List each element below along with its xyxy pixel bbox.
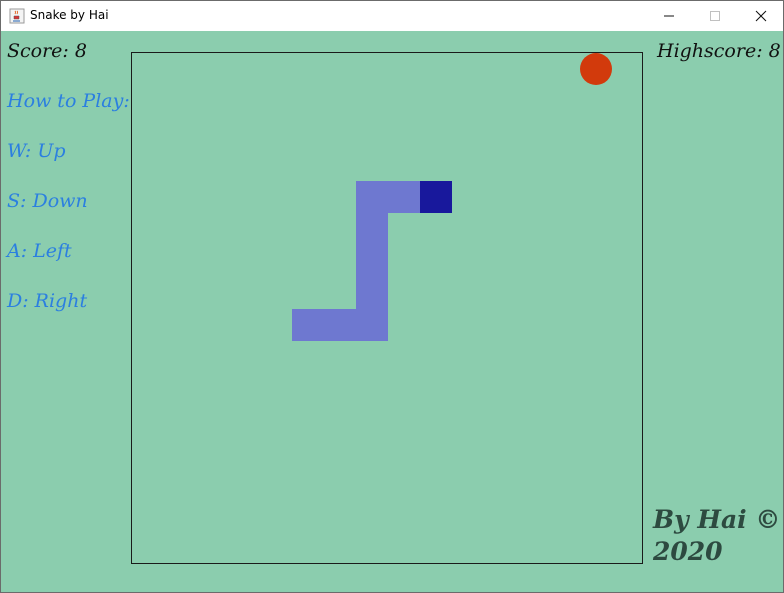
snake-segment — [388, 181, 420, 213]
credit-line: By Hai © — [653, 505, 781, 534]
snake-segment — [356, 309, 388, 341]
apple — [580, 53, 612, 85]
snake-segment — [356, 245, 388, 277]
close-button[interactable] — [738, 1, 784, 31]
credit-year: 2020 — [653, 537, 723, 566]
score-label: Score: 8 — [7, 40, 87, 62]
maximize-icon — [710, 11, 720, 21]
snake-segment — [324, 309, 356, 341]
snake-segment — [292, 309, 324, 341]
instruction-up: W: Up — [7, 140, 66, 162]
snake-segment — [356, 213, 388, 245]
snake-head — [420, 181, 452, 213]
window-title: Snake by Hai — [30, 8, 109, 22]
snake-segment — [356, 277, 388, 309]
minimize-button[interactable] — [646, 1, 692, 31]
game-window: Snake by Hai Score: 8 Highscore: 8 How t… — [0, 0, 784, 593]
instruction-right: D: Right — [7, 290, 88, 312]
java-cup-icon — [9, 8, 25, 24]
game-panel[interactable]: Score: 8 Highscore: 8 How to Play: W: Up… — [1, 31, 783, 592]
instruction-down: S: Down — [7, 190, 88, 212]
game-board[interactable] — [131, 52, 643, 564]
snake-segment — [356, 181, 388, 213]
highscore-label: Highscore: 8 — [657, 40, 781, 62]
close-icon — [755, 10, 767, 22]
instruction-left: A: Left — [7, 240, 72, 262]
maximize-button[interactable] — [692, 1, 738, 31]
minimize-icon — [664, 15, 674, 17]
how-to-play-heading: How to Play: — [7, 90, 130, 112]
title-bar[interactable]: Snake by Hai — [1, 1, 783, 31]
